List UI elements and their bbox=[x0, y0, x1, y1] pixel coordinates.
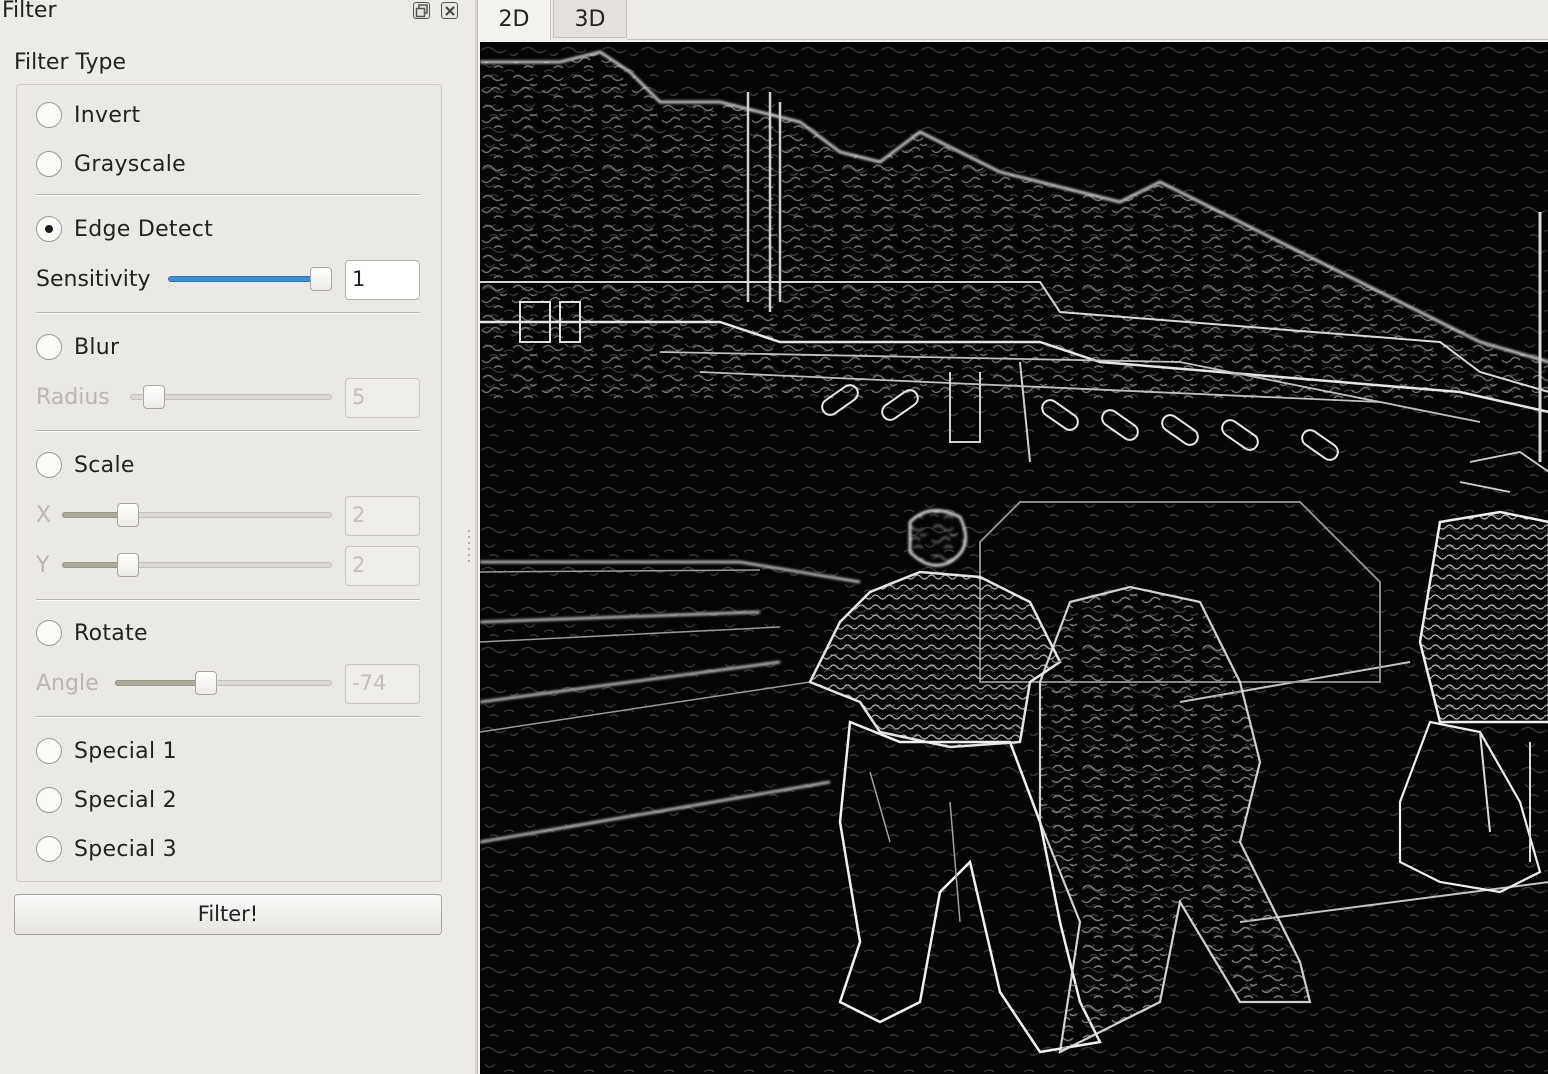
edge-detected-photo bbox=[480, 42, 1548, 1074]
dock-splitter-handle[interactable] bbox=[467, 530, 471, 570]
radio-blur[interactable]: Blur bbox=[36, 331, 119, 363]
radio-scale-indicator[interactable] bbox=[36, 452, 62, 478]
float-icon[interactable] bbox=[413, 2, 430, 19]
separator bbox=[36, 716, 420, 718]
radio-special-2-label: Special 2 bbox=[74, 787, 177, 813]
radio-invert-label: Invert bbox=[74, 102, 141, 128]
radio-rotate-label: Rotate bbox=[74, 620, 148, 646]
radio-grayscale[interactable]: Grayscale bbox=[36, 148, 186, 180]
radio-special-1-label: Special 1 bbox=[74, 738, 177, 764]
radio-invert[interactable]: Invert bbox=[36, 99, 140, 131]
radio-edge-detect-indicator[interactable] bbox=[36, 216, 62, 242]
filter-button[interactable]: Filter! bbox=[14, 894, 442, 935]
scale-x-label: X bbox=[36, 503, 52, 528]
radio-special-1-indicator[interactable] bbox=[36, 738, 62, 764]
angle-spinbox[interactable]: -74 bbox=[345, 664, 420, 704]
sensitivity-spinbox[interactable]: 1 bbox=[345, 260, 420, 300]
radius-slider[interactable] bbox=[130, 378, 332, 418]
radio-grayscale-indicator[interactable] bbox=[36, 151, 62, 177]
radius-spinbox[interactable]: 5 bbox=[345, 378, 420, 418]
radio-invert-indicator[interactable] bbox=[36, 102, 62, 128]
radio-special-1[interactable]: Special 1 bbox=[36, 735, 177, 767]
tab-3d[interactable]: 3D bbox=[553, 0, 627, 38]
scale-y-label: Y bbox=[36, 553, 50, 578]
radio-edge-detect-label: Edge Detect bbox=[74, 216, 214, 242]
scale-y-spinbox[interactable]: 2 bbox=[345, 546, 420, 586]
sensitivity-slider-handle[interactable] bbox=[310, 267, 332, 291]
radius-slider-handle[interactable] bbox=[142, 385, 165, 409]
tab-2d[interactable]: 2D bbox=[477, 0, 551, 40]
image-viewer: 2D 3D bbox=[477, 0, 1548, 1074]
scale-x-slider-handle[interactable] bbox=[116, 503, 139, 527]
radio-special-3-indicator[interactable] bbox=[36, 836, 62, 862]
sensitivity-label: Sensitivity bbox=[36, 267, 151, 292]
sensitivity-slider[interactable] bbox=[168, 260, 332, 300]
radio-special-3[interactable]: Special 3 bbox=[36, 833, 177, 865]
angle-slider-handle[interactable] bbox=[194, 671, 217, 695]
separator bbox=[36, 430, 420, 432]
radio-rotate-indicator[interactable] bbox=[36, 620, 62, 646]
scale-x-slider[interactable] bbox=[62, 496, 332, 536]
image-frame bbox=[477, 40, 1548, 1074]
radio-grayscale-label: Grayscale bbox=[74, 151, 186, 177]
angle-label: Angle bbox=[36, 671, 99, 696]
separator bbox=[36, 194, 420, 196]
scale-y-slider[interactable] bbox=[62, 546, 332, 586]
filter-dock: Filter Filter Type Invert Grayscale Edge… bbox=[0, 0, 477, 1074]
filtered-image bbox=[480, 42, 1548, 1074]
radio-blur-label: Blur bbox=[74, 334, 120, 360]
radio-special-2[interactable]: Special 2 bbox=[36, 784, 177, 816]
filter-type-title: Filter Type bbox=[14, 50, 127, 75]
radio-special-2-indicator[interactable] bbox=[36, 787, 62, 813]
separator bbox=[36, 312, 420, 314]
scale-x-spinbox[interactable]: 2 bbox=[345, 496, 420, 536]
radio-special-3-label: Special 3 bbox=[74, 836, 177, 862]
close-icon[interactable] bbox=[441, 2, 458, 19]
radio-blur-indicator[interactable] bbox=[36, 334, 62, 360]
scale-y-slider-handle[interactable] bbox=[116, 553, 139, 577]
radio-rotate[interactable]: Rotate bbox=[36, 617, 148, 649]
radio-edge-detect[interactable]: Edge Detect bbox=[36, 213, 213, 245]
radio-scale-label: Scale bbox=[74, 452, 135, 478]
dock-title: Filter bbox=[2, 0, 57, 23]
radio-scale[interactable]: Scale bbox=[36, 449, 135, 481]
separator bbox=[36, 599, 420, 601]
radius-label: Radius bbox=[36, 385, 110, 410]
angle-slider[interactable] bbox=[115, 664, 332, 704]
